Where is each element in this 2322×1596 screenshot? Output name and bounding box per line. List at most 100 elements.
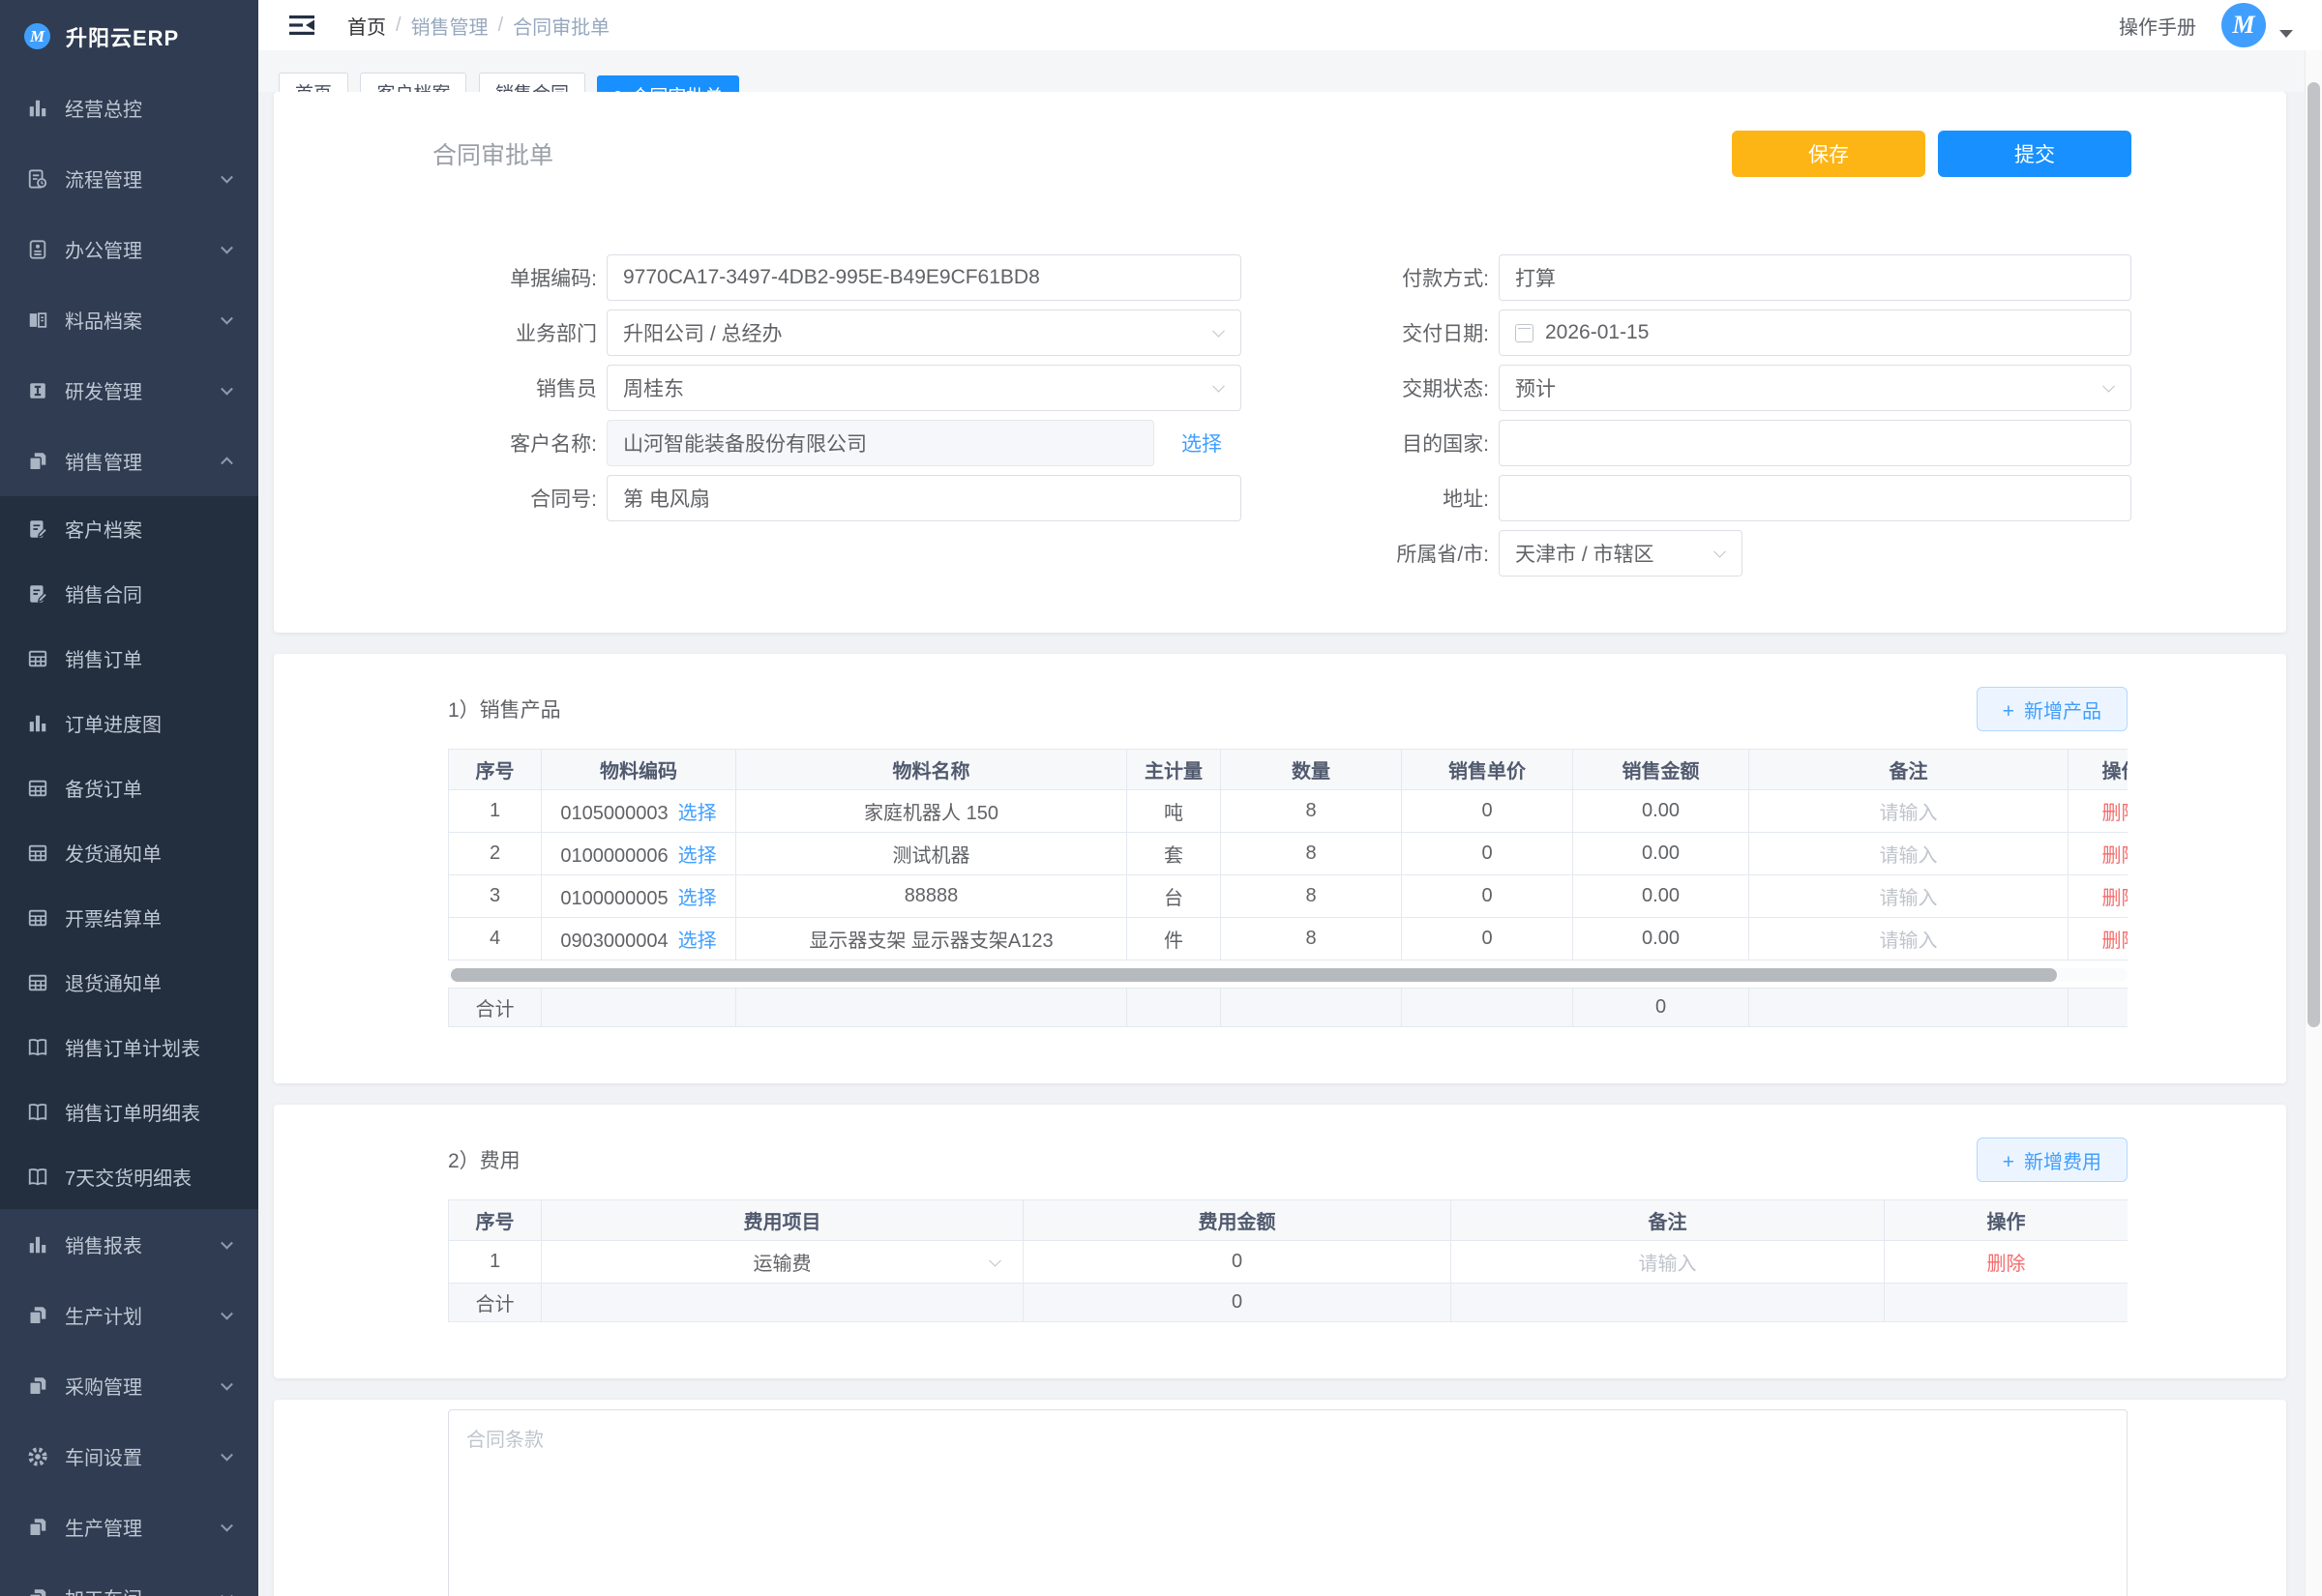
products-column-header: 物料编码 [542, 750, 736, 790]
products-total-clip: 合计 0 [448, 988, 2128, 1027]
vertical-scrollbar-track[interactable] [2305, 50, 2322, 1596]
tab-contract-approval[interactable]: 合同审批单 [597, 75, 739, 92]
field-value: 天津市 / 市辖区 [1515, 539, 1654, 568]
chevron-icon [221, 1307, 233, 1319]
field-control[interactable]: 预计 [1499, 365, 2131, 411]
delete-row-link[interactable]: 删除 [2102, 888, 2128, 909]
breadcrumb-home[interactable]: 首页 [347, 12, 386, 40]
sidebar-item-process-mgmt[interactable]: 流程管理 [0, 143, 258, 214]
sidebar-item-production-mgmt[interactable]: 生产管理 [0, 1492, 258, 1562]
add-fee-button[interactable]: +新增费用 [1977, 1138, 2128, 1182]
select-material-link[interactable]: 选择 [678, 931, 717, 952]
select-material-link[interactable]: 选择 [678, 888, 717, 909]
unit-price-cell[interactable]: 0 [1402, 918, 1573, 961]
tab-label: 客户档案 [376, 79, 450, 93]
unit-price-cell[interactable]: 0 [1402, 790, 1573, 833]
payment-method-field: 付款方式: 打算 [1315, 254, 2131, 301]
tab-sales-contract[interactable]: 销售合同 [479, 73, 585, 92]
sidebar-item-7day-delivery-detail[interactable]: 7天交货明细表 [0, 1144, 258, 1209]
app-window: M 升阳云ERP 经营总控 流程管理 办公管理 [0, 0, 2322, 1596]
remark-input[interactable]: 请输入 [1749, 875, 2069, 918]
tab-customer-files[interactable]: 客户档案 [360, 73, 466, 92]
field-control[interactable]: 周桂东 [607, 365, 1241, 411]
select-material-link[interactable]: 选择 [678, 845, 717, 867]
row-index: 1 [449, 1241, 542, 1284]
products-column-header: 物料名称 [736, 750, 1127, 790]
remark-input[interactable]: 请输入 [1749, 833, 2069, 875]
contract-terms-textarea[interactable]: 合同条款 [448, 1409, 2128, 1596]
sidebar-item-production-plan[interactable]: 生产计划 [0, 1280, 258, 1350]
field-label: 付款方式: [1315, 263, 1489, 292]
avatar[interactable]: M [2221, 3, 2266, 47]
vertical-scrollbar-thumb[interactable] [2307, 82, 2320, 1027]
app-logo[interactable]: M 升阳云ERP [0, 0, 258, 73]
sidebar-item-stock-order[interactable]: 备货订单 [0, 755, 258, 820]
sidebar-item-sales-order[interactable]: 销售订单 [0, 626, 258, 691]
unit-price-cell[interactable]: 0 [1402, 875, 1573, 918]
sidebar-item-sales-order-plan[interactable]: 销售订单计划表 [0, 1015, 258, 1079]
field-control[interactable] [1499, 475, 2131, 521]
sidebar-item-rnd-mgmt[interactable]: 研发管理 [0, 355, 258, 426]
table-icon [27, 907, 48, 929]
sidebar-item-shipping-notice[interactable]: 发货通知单 [0, 820, 258, 885]
chevron-icon [221, 1377, 233, 1390]
sidebar-item-sales-mgmt[interactable]: 销售管理 [0, 426, 258, 496]
manual-link[interactable]: 操作手册 [2119, 12, 2196, 40]
field-label: 交期状态: [1315, 373, 1489, 402]
save-button[interactable]: 保存 [1732, 131, 1925, 177]
quantity-cell[interactable]: 8 [1221, 875, 1402, 918]
field-control[interactable]: 9770CA17-3497-4DB2-995E-B49E9CF61BD8 [607, 254, 1241, 301]
quantity-cell[interactable]: 8 [1221, 790, 1402, 833]
amount-cell: 0.00 [1573, 833, 1749, 875]
sidebar-item-order-progress[interactable]: 订单进度图 [0, 691, 258, 755]
app-title: 升阳云ERP [66, 21, 179, 52]
fees-header-row: 序号费用项目费用金额备注操作 [449, 1200, 2128, 1241]
delete-row-link[interactable]: 删除 [2102, 931, 2128, 952]
remark-input[interactable]: 请输入 [1749, 918, 2069, 961]
salesperson-select: 销售员 周桂东 [432, 365, 1241, 411]
field-control[interactable]: 升阳公司 / 总经办 [607, 310, 1241, 356]
sidebar-item-sales-order-detail[interactable]: 销售订单明细表 [0, 1079, 258, 1144]
field-label: 所属省/市: [1315, 539, 1489, 568]
sidebar-item-invoice-settlement[interactable]: 开票结算单 [0, 885, 258, 950]
chevron-down-icon [1212, 380, 1225, 393]
page-title: 合同审批单 [432, 136, 553, 171]
quantity-cell[interactable]: 8 [1221, 918, 1402, 961]
sidebar-item-sales-report[interactable]: 销售报表 [0, 1209, 258, 1280]
fee-item-select[interactable]: 运输费 [542, 1241, 1024, 1284]
horizontal-scrollbar-track[interactable] [448, 968, 2128, 982]
sidebar-item-office-mgmt[interactable]: 办公管理 [0, 214, 258, 284]
total-amount: 0 [1024, 1284, 1451, 1322]
sidebar-item-business-overview[interactable]: 经营总控 [0, 73, 258, 143]
horizontal-scrollbar-thumb[interactable] [451, 968, 2057, 982]
fee-amount-cell[interactable]: 0 [1024, 1241, 1451, 1284]
field-control[interactable]: 山河智能装备股份有限公司 [607, 420, 1154, 466]
sidebar-item-sales-contract[interactable]: 销售合同 [0, 561, 258, 626]
quantity-cell[interactable]: 8 [1221, 833, 1402, 875]
add-product-button[interactable]: +新增产品 [1977, 687, 2128, 731]
delete-row-link[interactable]: 删除 [1987, 1254, 2026, 1275]
tab-home[interactable]: 首页 [279, 73, 348, 92]
sidebar-fold-icon[interactable] [289, 15, 314, 36]
field-control[interactable]: 2026-01-15 [1499, 310, 2131, 356]
field-control[interactable]: 打算 [1499, 254, 2131, 301]
delete-row-link[interactable]: 删除 [2102, 803, 2128, 824]
delete-row-link[interactable]: 删除 [2102, 845, 2128, 867]
sidebar-item-material-files[interactable]: 料品档案 [0, 284, 258, 355]
field-control[interactable] [1499, 420, 2131, 466]
chevron-icon [221, 1589, 233, 1596]
choose-customer-link[interactable]: 选择 [1181, 429, 1222, 458]
sidebar-item-workshop-settings[interactable]: 车间设置 [0, 1421, 258, 1492]
sidebar-item-customer-files[interactable]: 客户档案 [0, 496, 258, 561]
sidebar-item-purchase-mgmt[interactable]: 采购管理 [0, 1350, 258, 1421]
unit-price-cell[interactable]: 0 [1402, 833, 1573, 875]
select-material-link[interactable]: 选择 [678, 803, 717, 824]
sidebar-item-return-notice[interactable]: 退货通知单 [0, 950, 258, 1015]
caret-down-icon[interactable] [2279, 30, 2293, 38]
remark-input[interactable]: 请输入 [1749, 790, 2069, 833]
field-control[interactable]: 天津市 / 市辖区 [1499, 530, 1742, 576]
remark-input[interactable]: 请输入 [1451, 1241, 1885, 1284]
submit-button[interactable]: 提交 [1938, 131, 2131, 177]
field-control[interactable]: 第 电风扇 [607, 475, 1241, 521]
sidebar-item-processing-workshop[interactable]: 加工车间 [0, 1562, 258, 1596]
